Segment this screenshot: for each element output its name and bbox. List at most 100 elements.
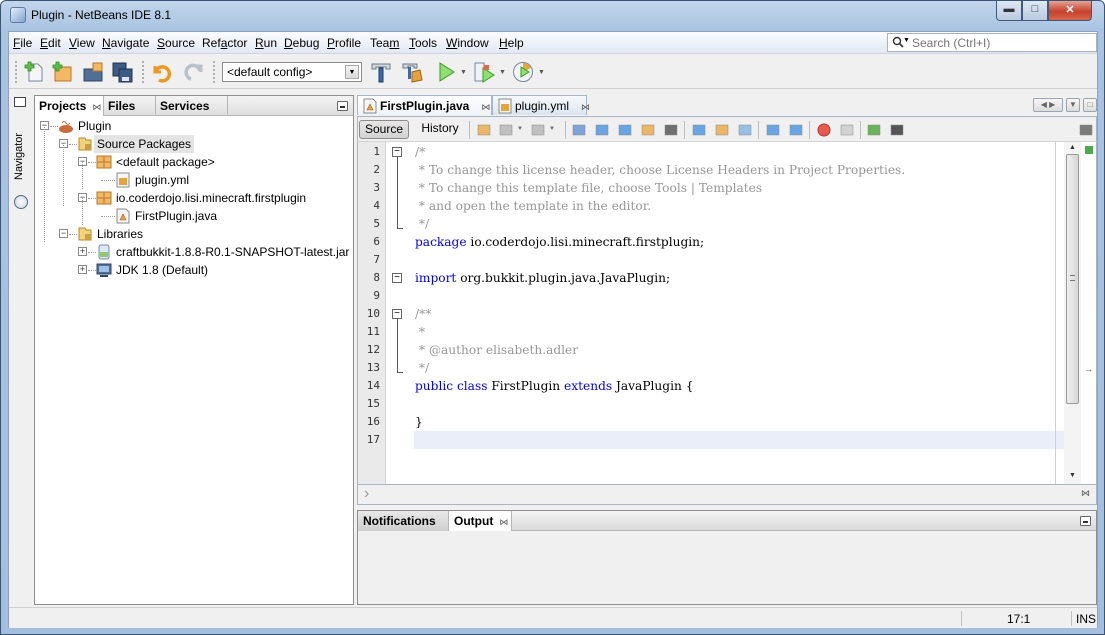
vertical-scrollbar[interactable]: ▲ ▼ [1064, 142, 1081, 484]
tab-plugin-yml[interactable]: plugin.yml ⋈ [492, 95, 590, 115]
tab-files[interactable]: Files [104, 96, 156, 116]
code-line[interactable]: /* [415, 143, 425, 161]
stop-macro-icon[interactable] [839, 122, 855, 138]
history-view-button[interactable]: History [415, 120, 465, 139]
code-line[interactable]: } [415, 413, 423, 431]
scroll-up-icon[interactable]: ▲ [1069, 144, 1076, 151]
fold-icon[interactable]: − [392, 147, 402, 157]
search-box[interactable]: ▼ [887, 33, 1097, 52]
undo-button[interactable] [150, 60, 174, 84]
toggle-bookmark-icon[interactable] [737, 122, 753, 138]
rectangular-selection-icon[interactable] [663, 122, 679, 138]
profile-button[interactable] [511, 60, 535, 84]
expand-icon[interactable]: + [78, 265, 87, 274]
tab-list-button[interactable]: ▼ [1066, 98, 1080, 112]
menu-window[interactable]: Window [446, 36, 489, 50]
close-icon[interactable]: ⋈ [499, 517, 508, 527]
tree-node[interactable]: + JDK 1.8 (Default) [35, 261, 353, 279]
collapse-icon[interactable]: − [59, 229, 68, 238]
profile-dropdown-arrow[interactable]: ▼ [538, 69, 545, 76]
code-line[interactable]: public class FirstPlugin extends JavaPlu… [415, 377, 693, 395]
search-options-arrow[interactable]: ▼ [903, 37, 910, 44]
maximize-button[interactable]: □ [1022, 1, 1048, 21]
code-line[interactable]: */ [415, 215, 429, 233]
menu-edit[interactable]: Edit [40, 36, 61, 50]
code-line[interactable]: /** [415, 305, 431, 323]
code-line[interactable]: package io.coderdojo.lisi.minecraft.firs… [415, 233, 704, 251]
debug-dropdown-arrow[interactable]: ▼ [499, 69, 506, 76]
shift-left-icon[interactable] [765, 122, 781, 138]
close-icon[interactable]: ⋈ [1081, 488, 1090, 499]
close-icon[interactable]: ⋈ [481, 102, 490, 112]
tab-firstplugin-java[interactable]: FirstPlugin.java ⋈ [357, 95, 492, 115]
tab-output[interactable]: Output ⋈ [449, 511, 512, 531]
last-edit-icon[interactable] [476, 122, 492, 138]
redo-button[interactable] [181, 60, 205, 84]
menu-tools[interactable]: Tools [409, 36, 437, 50]
menu-debug[interactable]: Debug [284, 36, 319, 50]
minimize-panel-button[interactable] [1080, 516, 1091, 526]
scroll-down-icon[interactable]: ▼ [1069, 472, 1076, 479]
new-project-button[interactable] [50, 60, 74, 84]
next-bookmark-icon[interactable] [714, 122, 730, 138]
uncomment-icon[interactable] [889, 122, 905, 138]
source-view-button[interactable]: Source [359, 120, 409, 139]
shift-right-icon[interactable] [788, 122, 804, 138]
clean-build-button[interactable] [400, 60, 424, 84]
save-all-button[interactable] [110, 60, 134, 84]
error-stripe[interactable]: → [1081, 142, 1096, 484]
tree-node[interactable]: − Libraries [35, 225, 353, 243]
code-line[interactable]: */ [415, 359, 429, 377]
restore-window-icon[interactable] [14, 97, 26, 107]
tree-node[interactable]: − Plugin [35, 117, 353, 135]
debug-button[interactable] [472, 60, 496, 84]
tree-node[interactable]: + craftbukkit-1.8.8-R0.1-SNAPSHOT-latest.… [35, 243, 353, 261]
menu-view[interactable]: View [69, 36, 95, 50]
code-line[interactable]: * [415, 323, 425, 341]
compass-icon[interactable] [14, 195, 28, 209]
split-editor-icon[interactable] [1078, 122, 1094, 138]
find-previous-icon[interactable] [594, 122, 610, 138]
tab-notifications[interactable]: Notifications [358, 511, 449, 531]
previous-bookmark-icon[interactable] [691, 122, 707, 138]
config-select[interactable]: <default config> ▼ [222, 62, 362, 82]
find-selection-icon[interactable] [571, 122, 587, 138]
menu-source[interactable]: Source [157, 36, 195, 50]
back-icon[interactable] [498, 122, 514, 138]
start-macro-icon[interactable] [816, 122, 832, 138]
code-editor[interactable]: 1 2 3 4 5 6 7 8 9 10 11 12 13 14 15 16 17 − − − /* * To ch… [357, 142, 1097, 485]
scrollbar-thumb[interactable] [1066, 154, 1079, 404]
navigator-tab[interactable]: Navigator [13, 133, 25, 180]
forward-icon[interactable] [530, 122, 546, 138]
close-button[interactable]: ✕ [1048, 1, 1092, 21]
menu-help[interactable]: Help [499, 36, 524, 50]
close-icon[interactable]: ⋈ [581, 102, 590, 112]
menu-refactor[interactable]: Refactor [202, 36, 247, 50]
tab-services[interactable]: Services [156, 96, 228, 116]
expand-icon[interactable]: + [78, 247, 87, 256]
code-line[interactable]: * @author elisabeth.adler [415, 341, 578, 359]
dropdown-arrow[interactable]: ▼ [517, 126, 523, 132]
code-line[interactable]: * To change this template file, choose T… [415, 179, 762, 197]
menu-profile[interactable]: Profile [327, 36, 361, 50]
find-next-icon[interactable] [617, 122, 633, 138]
code-line[interactable]: * and open the template in the editor. [415, 197, 651, 215]
tab-projects[interactable]: Projects ⋈ [35, 96, 104, 116]
toggle-highlight-icon[interactable] [640, 122, 656, 138]
breadcrumb-chevron-icon[interactable]: › [364, 485, 369, 503]
open-project-button[interactable] [81, 60, 105, 84]
close-icon[interactable]: ⋈ [92, 102, 101, 112]
minimize-button[interactable]: ▬ [996, 1, 1022, 21]
build-button[interactable] [369, 60, 393, 84]
code-line[interactable]: * To change this license header, choose … [415, 161, 905, 179]
fold-icon[interactable]: − [392, 309, 402, 319]
menu-navigate[interactable]: Navigate [102, 36, 149, 50]
fold-icon[interactable]: − [392, 273, 402, 283]
search-input[interactable] [912, 35, 1092, 50]
code-line[interactable]: import org.bukkit.plugin.java.JavaPlugin… [415, 269, 670, 287]
toolbar-grip[interactable] [15, 61, 18, 83]
run-dropdown-arrow[interactable]: ▼ [460, 69, 467, 76]
new-file-button[interactable] [22, 60, 46, 84]
comment-icon[interactable] [866, 122, 882, 138]
maximize-editor-button[interactable]: □ [1083, 98, 1097, 112]
